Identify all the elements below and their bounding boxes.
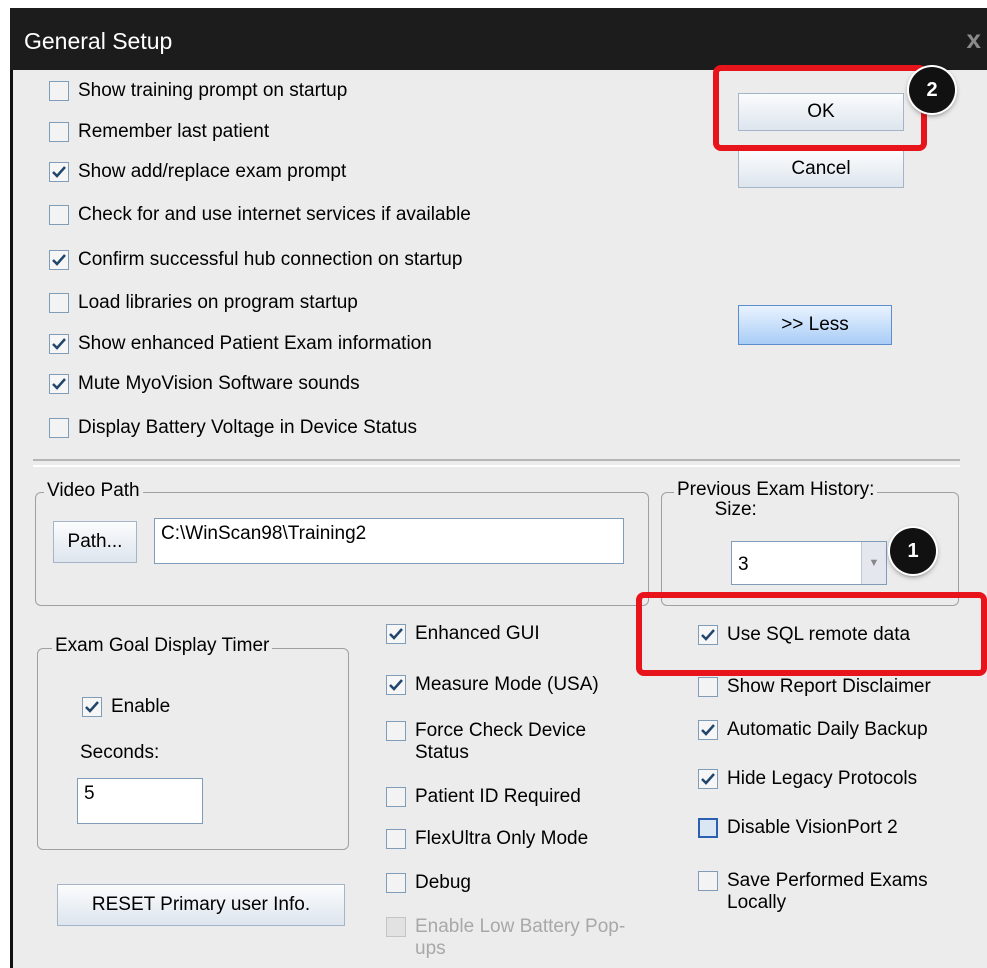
checkmark-icon: [386, 624, 406, 644]
less-button[interactable]: >> Less: [738, 305, 892, 345]
checkbox-box: [698, 871, 718, 891]
checkbox-label: Force Check Device Status: [415, 720, 587, 763]
chevron-down-icon[interactable]: ▼: [861, 542, 886, 584]
checkbox-enable-low-battery-pop-ups: Enable Low Battery Pop-ups: [386, 916, 626, 960]
checkbox-box: [49, 122, 69, 142]
seconds-label: Seconds:: [80, 742, 160, 763]
checkbox-label: Show add/replace exam prompt: [78, 161, 347, 182]
step-badge-2: 2: [909, 67, 955, 113]
checkmark-icon: [49, 162, 69, 182]
enable-checkbox[interactable]: Enable: [82, 696, 170, 718]
checkbox-label: Enhanced GUI: [415, 623, 540, 644]
checkbox-box: [49, 205, 69, 225]
checkbox-label: FlexUltra Only Mode: [415, 828, 589, 849]
checkbox-label: Automatic Daily Backup: [727, 719, 928, 740]
checkbox-patient-id-required[interactable]: Patient ID Required: [386, 786, 646, 808]
checkmark-icon: [386, 675, 406, 695]
cancel-button[interactable]: Cancel: [738, 150, 904, 188]
checkbox-debug[interactable]: Debug: [386, 872, 646, 894]
checkbox-automatic-daily-backup[interactable]: Automatic Daily Backup: [698, 719, 978, 741]
reset-user-info-button[interactable]: RESET Primary user Info.: [57, 884, 345, 926]
enable-label: Enable: [111, 696, 171, 717]
step-badge-1: 1: [890, 528, 936, 574]
checkbox-save-performed-exams-locally[interactable]: Save Performed Exams Locally: [698, 870, 938, 914]
checkbox-box: [698, 818, 718, 838]
seconds-input[interactable]: 5: [77, 778, 203, 824]
separator: [33, 459, 960, 467]
checkbox-label: Enable Low Battery Pop-ups: [415, 916, 626, 959]
exam-history-title-line2: Size:: [714, 499, 757, 520]
sql-highlight: [636, 592, 987, 676]
checkbox-box: [386, 873, 406, 893]
checkbox-label: Patient ID Required: [415, 786, 581, 807]
exam-goal-title: Exam Goal Display Timer: [52, 635, 273, 657]
checkbox-measure-mode-usa[interactable]: Measure Mode (USA): [386, 674, 646, 696]
checkmark-icon: [698, 769, 718, 789]
checkbox-confirm-successful-hub-connection-on-startup[interactable]: Confirm successful hub connection on sta…: [49, 249, 462, 271]
checkbox-mute-myovision-software-sounds[interactable]: Mute MyoVision Software sounds: [49, 373, 360, 395]
checkbox-label: Confirm successful hub connection on sta…: [78, 249, 463, 270]
checkbox-label: Show enhanced Patient Exam information: [78, 333, 432, 354]
title-bar: General Setup x: [10, 8, 987, 70]
checkbox-label: Remember last patient: [78, 121, 270, 142]
ok-highlight: [713, 65, 927, 151]
checkbox-box: [386, 829, 406, 849]
checkbox-check-for-and-use-internet-services-if-available[interactable]: Check for and use internet services if a…: [49, 204, 471, 226]
exam-history-title: Previous Exam History: Size:: [674, 479, 878, 520]
checkbox-label: Show Report Disclaimer: [727, 676, 931, 697]
checkbox-box: [49, 81, 69, 101]
checkbox-label: Debug: [415, 872, 471, 893]
checkmark-icon: [82, 697, 102, 717]
checkmark-icon: [49, 334, 69, 354]
exam-history-value: 3: [738, 554, 749, 575]
checkbox-label: Load libraries on program startup: [78, 292, 358, 313]
checkbox-show-training-prompt-on-startup[interactable]: Show training prompt on startup: [49, 80, 347, 102]
checkbox-box: [386, 787, 406, 807]
checkbox-enhanced-gui[interactable]: Enhanced GUI: [386, 623, 646, 645]
path-button[interactable]: Path...: [53, 521, 137, 563]
checkbox-hide-legacy-protocols[interactable]: Hide Legacy Protocols: [698, 768, 978, 790]
checkbox-show-enhanced-patient-exam-information[interactable]: Show enhanced Patient Exam information: [49, 333, 432, 355]
checkbox-label: Show training prompt on startup: [78, 80, 348, 101]
checkbox-label: Measure Mode (USA): [415, 674, 599, 695]
checkmark-icon: [698, 720, 718, 740]
checkbox-label: Hide Legacy Protocols: [727, 768, 918, 789]
checkbox-remember-last-patient[interactable]: Remember last patient: [49, 121, 269, 143]
checkbox-box: [49, 293, 69, 313]
checkbox-box: [698, 677, 718, 697]
checkbox-display-battery-voltage-in-device-status[interactable]: Display Battery Voltage in Device Status: [49, 417, 417, 439]
video-path-title: Video Path: [44, 480, 143, 502]
checkbox-disable-visionport-2[interactable]: Disable VisionPort 2: [698, 817, 978, 839]
checkbox-box: [49, 418, 69, 438]
checkmark-icon: [49, 250, 69, 270]
checkbox-box: [386, 721, 406, 741]
checkbox-label: Disable VisionPort 2: [727, 817, 898, 838]
checkbox-box: [386, 917, 406, 937]
checkbox-show-add-replace-exam-prompt[interactable]: Show add/replace exam prompt: [49, 161, 346, 183]
window-title: General Setup: [24, 28, 173, 54]
checkmark-icon: [49, 374, 69, 394]
close-icon[interactable]: x: [967, 24, 981, 55]
checkbox-label: Check for and use internet services if a…: [78, 204, 471, 225]
checkbox-flexultra-only-mode[interactable]: FlexUltra Only Mode: [386, 828, 646, 850]
checkbox-label: Save Performed Exams Locally: [727, 870, 928, 913]
checkbox-show-report-disclaimer[interactable]: Show Report Disclaimer: [698, 676, 978, 698]
exam-history-title-line1: Previous Exam History:: [677, 479, 875, 500]
checkbox-label: Display Battery Voltage in Device Status: [78, 417, 418, 438]
checkbox-force-check-device-status[interactable]: Force Check Device Status: [386, 720, 626, 764]
video-path-input[interactable]: C:\WinScan98\Training2: [154, 518, 624, 564]
checkbox-label: Mute MyoVision Software sounds: [78, 373, 360, 394]
checkbox-load-libraries-on-program-startup[interactable]: Load libraries on program startup: [49, 292, 358, 314]
